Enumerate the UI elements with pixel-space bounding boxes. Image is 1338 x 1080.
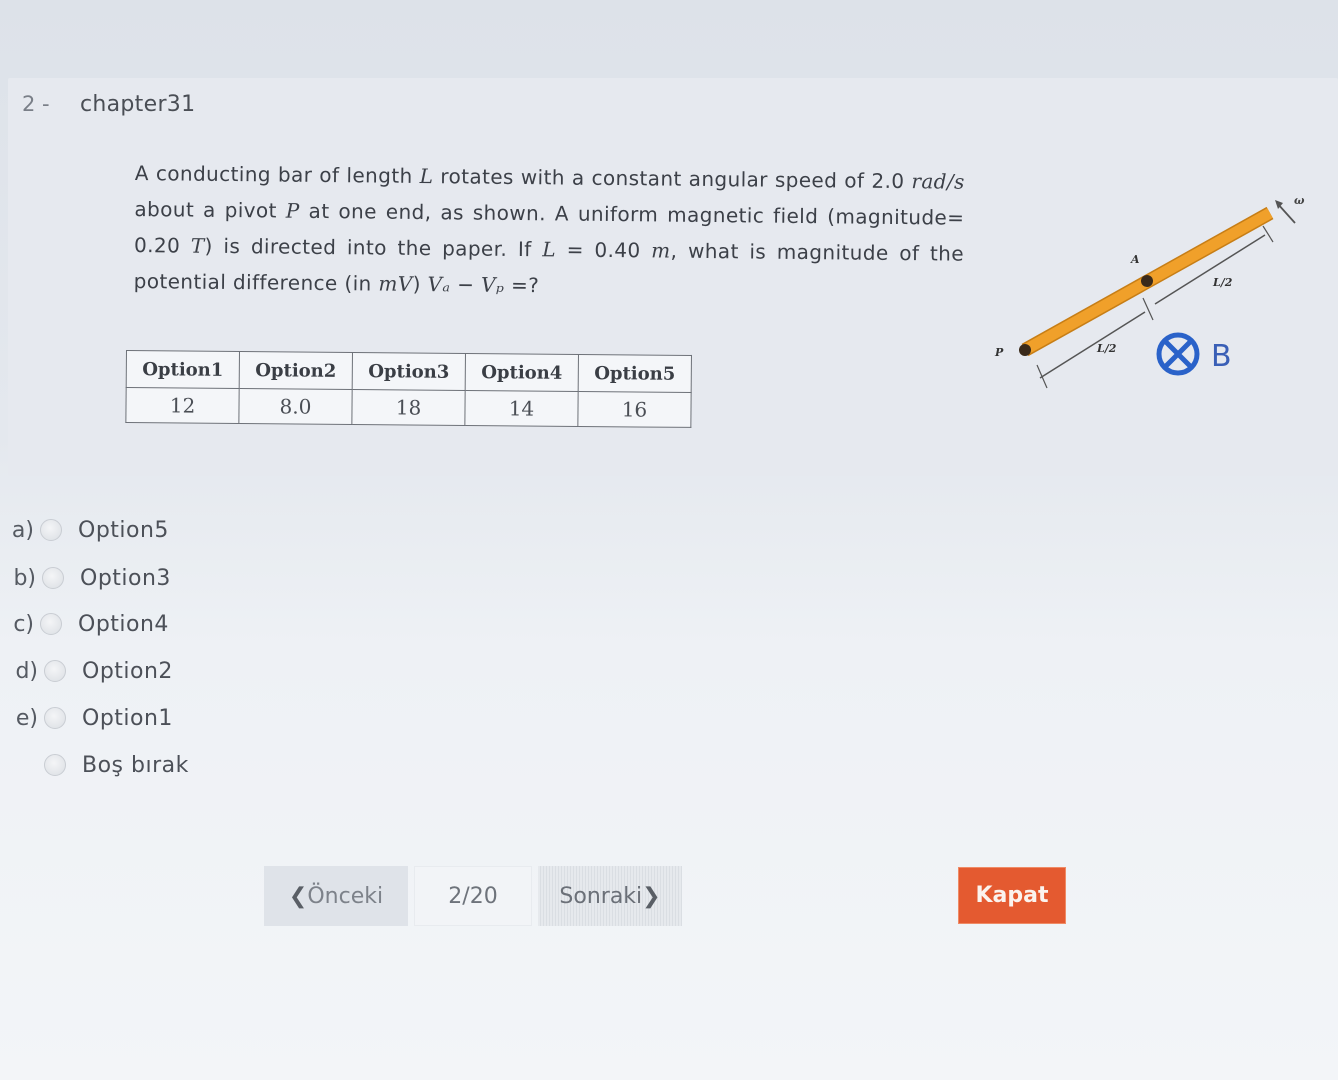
answer-option-e[interactable]: e) Option1 [4,698,173,738]
question-text-part: about a pivot [134,196,286,223]
question-number: 2 - [22,92,50,116]
options-table-row: 12 8.0 18 14 16 [125,387,692,428]
into-page-field-icon [1156,332,1200,376]
midpoint-label: A [1130,253,1140,266]
half-length-label: L/2 [1096,342,1117,355]
answer-label[interactable]: Option4 [78,612,169,637]
dimension-tick [1142,297,1154,321]
midpoint-a [1141,275,1153,287]
math-symbol: P [285,198,300,223]
radio-button[interactable] [42,567,64,589]
math-unit: mV [378,271,413,296]
half-length-label: L/2 [1212,276,1233,289]
radio-button[interactable] [44,754,66,776]
question-text-part: A conducting bar of length [134,160,420,188]
answer-letter: b) [13,565,36,591]
radio-button[interactable] [40,519,62,541]
rotating-bar-diagram: P A L/2 L/2 ω B [994,194,1305,389]
math-unit: m [651,238,671,263]
close-button[interactable]: Kapat [958,867,1066,924]
answer-option-a[interactable]: a) Option5 [0,510,169,550]
answer-letter: e) [15,705,38,731]
answer-option-b[interactable]: b) Option3 [2,558,171,598]
math-symbol: Vₐ [427,272,451,297]
question-text-part: rotates with a constant angular speed of [433,164,872,193]
pivot-label: P [994,346,1004,359]
dimension-line-lower [1039,311,1146,379]
exam-page: 2 - chapter31 A conducting bar of length… [0,0,1338,1080]
answer-option-c[interactable]: c) Option4 [0,604,169,644]
options-table-header: Option3 [352,352,466,391]
options-table-cell: 18 [351,389,466,426]
question-title: chapter31 [80,92,196,117]
previous-button[interactable]: ❮ Önceki [264,866,408,926]
math-symbol: L [419,163,434,189]
answer-letter: a) [11,517,34,543]
answer-label[interactable]: Option1 [82,706,173,731]
options-table-header: Option1 [126,350,240,389]
math-unit: rad/s [911,169,965,194]
question-text-part: 2.0 [871,168,905,194]
next-button[interactable]: Sonraki ❯ [538,866,682,926]
answer-letter: d) [15,658,38,684]
question-text-part: − [450,272,482,297]
radio-button[interactable] [44,707,66,729]
chevron-right-icon: ❯ [642,883,661,909]
answer-label[interactable]: Option5 [78,518,169,543]
previous-label: Önceki [307,883,384,909]
answer-label[interactable]: Option3 [80,566,171,591]
answer-option-d[interactable]: d) Option2 [4,651,173,691]
omega-label: ω [1294,194,1305,207]
answer-option-skip[interactable]: Boş bırak [4,745,189,785]
math-unit: T [190,233,205,258]
options-table-cell: 14 [464,390,579,427]
options-table-cell: 12 [125,387,240,424]
answer-label[interactable]: Option2 [82,659,173,684]
question-text-part: ) [412,271,428,297]
next-label: Sonraki [559,883,643,909]
page-counter: 2/20 [414,866,532,926]
radio-button[interactable] [44,660,66,682]
dimension-tick [1036,364,1048,389]
options-table-header: Option2 [239,351,353,390]
question-text-part: ) is directed into the paper. If [204,233,543,262]
radio-button[interactable] [40,613,62,635]
options-table-cell: 16 [577,391,692,428]
dimension-tick [1262,225,1274,243]
answer-letter: c) [13,611,34,637]
question-text: A conducting bar of length L rotates wit… [133,155,965,308]
pivot-point [1019,344,1031,356]
math-symbol: Vₚ [480,272,505,297]
question-text-part: = 0.40 [555,237,652,263]
options-table: Option1 Option2 Option3 Option4 Option5 … [125,350,692,428]
field-label: B [1211,339,1232,374]
question-text-part: =? [504,272,540,298]
options-table-cell: 8.0 [238,388,353,425]
answer-label[interactable]: Boş bırak [82,753,189,778]
options-table-header-row: Option1 Option2 Option3 Option4 Option5 [126,350,692,393]
options-table-header: Option4 [465,353,579,392]
chevron-left-icon: ❮ [288,883,308,909]
math-symbol: L [542,237,557,262]
options-table-header: Option5 [578,354,692,393]
